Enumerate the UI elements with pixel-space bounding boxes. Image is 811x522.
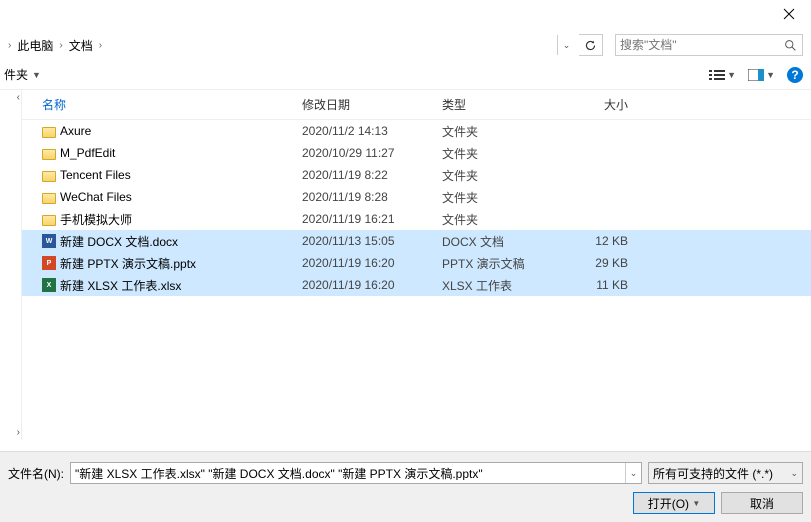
file-type-filter[interactable]: 所有可支持的文件 (*.*) ⌄ (648, 462, 803, 484)
table-row[interactable]: Axure 2020/11/2 14:13文件夹 (22, 120, 811, 142)
close-button[interactable] (766, 0, 811, 28)
filename-label: 文件名(N): (8, 465, 64, 482)
preview-pane-icon (748, 69, 764, 81)
filename-input[interactable] (71, 466, 625, 480)
file-date: 2020/11/19 8:22 (302, 168, 442, 182)
file-type: 文件夹 (442, 167, 572, 184)
table-row[interactable]: M_PdfEdit 2020/10/29 11:27文件夹 (22, 142, 811, 164)
chevron-right-icon: › (99, 40, 102, 51)
address-dropdown[interactable]: ⌄ (557, 35, 575, 55)
file-type: 文件夹 (442, 123, 572, 140)
chevron-down-icon: ⌄ (790, 468, 798, 479)
filename-dropdown[interactable]: ⌄ (625, 463, 641, 483)
table-row[interactable]: X 新建 XLSX 工作表.xlsx 2020/11/19 16:20XLSX 工作… (22, 274, 811, 296)
file-name: Axure (60, 124, 91, 138)
file-size: 11 KB (572, 278, 632, 292)
search-box[interactable] (615, 34, 803, 56)
filter-label: 所有可支持的文件 (*.*) (653, 465, 773, 482)
file-size: 29 KB (572, 256, 632, 270)
search-button[interactable] (779, 39, 802, 52)
breadcrumb-docs[interactable]: 文档 (67, 37, 95, 54)
file-list: 名称 修改日期 类型 大小 Axure2020/11/2 14:13文件夹M_P… (22, 90, 811, 440)
folder-icon (42, 124, 56, 138)
file-type: 文件夹 (442, 211, 572, 228)
open-button[interactable]: 打开(O) ▼ (633, 492, 715, 514)
xlsx-icon: X (42, 278, 56, 292)
folder-icon (42, 190, 56, 204)
header-size[interactable]: 大小 (572, 96, 632, 113)
file-type: 文件夹 (442, 145, 572, 162)
table-row[interactable]: 手机模拟大师 2020/11/19 16:21文件夹 (22, 208, 811, 230)
file-date: 2020/11/19 16:20 (302, 256, 442, 270)
toolbar: 件夹 ▼ ▼ ▼ ? (0, 60, 811, 90)
header-name[interactable]: 名称 (42, 96, 302, 113)
chevron-right-icon: › (8, 40, 11, 51)
file-date: 2020/11/13 15:05 (302, 234, 442, 248)
file-date: 2020/11/19 16:20 (302, 278, 442, 292)
file-name: 新建 PPTX 演示文稿.pptx (60, 255, 196, 272)
chevron-right-icon: › (59, 40, 62, 51)
table-row[interactable]: Tencent Files 2020/11/19 8:22文件夹 (22, 164, 811, 186)
preview-pane-button[interactable]: ▼ (748, 69, 775, 81)
file-date: 2020/11/19 16:21 (302, 212, 442, 226)
chevron-down-icon: ▼ (32, 70, 41, 80)
file-name: 新建 DOCX 文档.docx (60, 233, 178, 250)
refresh-button[interactable] (579, 34, 603, 56)
column-headers: 名称 修改日期 类型 大小 (22, 90, 811, 120)
table-row[interactable]: W 新建 DOCX 文档.docx 2020/11/13 15:05DOCX 文档1… (22, 230, 811, 252)
file-name: 手机模拟大师 (60, 211, 132, 228)
file-name: WeChat Files (60, 190, 132, 204)
cancel-button[interactable]: 取消 (721, 492, 803, 514)
file-name: 新建 XLSX 工作表.xlsx (60, 277, 181, 294)
docx-icon: W (42, 234, 56, 248)
view-details-icon (709, 69, 725, 81)
file-date: 2020/10/29 11:27 (302, 146, 442, 160)
file-type: DOCX 文档 (442, 233, 572, 250)
refresh-icon (584, 39, 597, 52)
table-row[interactable]: WeChat Files 2020/11/19 8:28文件夹 (22, 186, 811, 208)
file-type: XLSX 工作表 (442, 277, 572, 294)
content-area: ‹ › 名称 修改日期 类型 大小 Axure2020/11/2 14:13文件… (0, 90, 811, 440)
nav-scroll-left[interactable]: ‹ (17, 92, 20, 103)
file-date: 2020/11/2 14:13 (302, 124, 442, 138)
table-row[interactable]: P 新建 PPTX 演示文稿.pptx 2020/11/19 16:20PPTX 演… (22, 252, 811, 274)
bottom-panel: 文件名(N): ⌄ 所有可支持的文件 (*.*) ⌄ 打开(O) ▼ 取消 (0, 451, 811, 522)
folder-icon (42, 212, 56, 226)
new-folder-label[interactable]: 件夹 (4, 66, 28, 83)
title-bar (0, 0, 811, 30)
nav-scroll-right[interactable]: › (17, 427, 20, 438)
file-size: 12 KB (572, 234, 632, 248)
address-bar-row: › 此电脑 › 文档 › ⌄ (0, 30, 811, 60)
file-name: Tencent Files (60, 168, 131, 182)
file-name: M_PdfEdit (60, 146, 115, 160)
file-type: 文件夹 (442, 189, 572, 206)
file-type: PPTX 演示文稿 (442, 255, 572, 272)
file-date: 2020/11/19 8:28 (302, 190, 442, 204)
header-type[interactable]: 类型 (442, 96, 572, 113)
search-icon (784, 39, 797, 52)
breadcrumb-pc[interactable]: 此电脑 (15, 37, 55, 54)
search-input[interactable] (616, 38, 779, 52)
help-button[interactable]: ? (787, 67, 803, 83)
pptx-icon: P (42, 256, 56, 270)
header-date[interactable]: 修改日期 (302, 96, 442, 113)
folder-icon (42, 146, 56, 160)
view-details-button[interactable]: ▼ (709, 69, 736, 81)
close-icon (783, 8, 795, 20)
nav-pane-stub: ‹ › (0, 90, 22, 440)
folder-icon (42, 168, 56, 182)
